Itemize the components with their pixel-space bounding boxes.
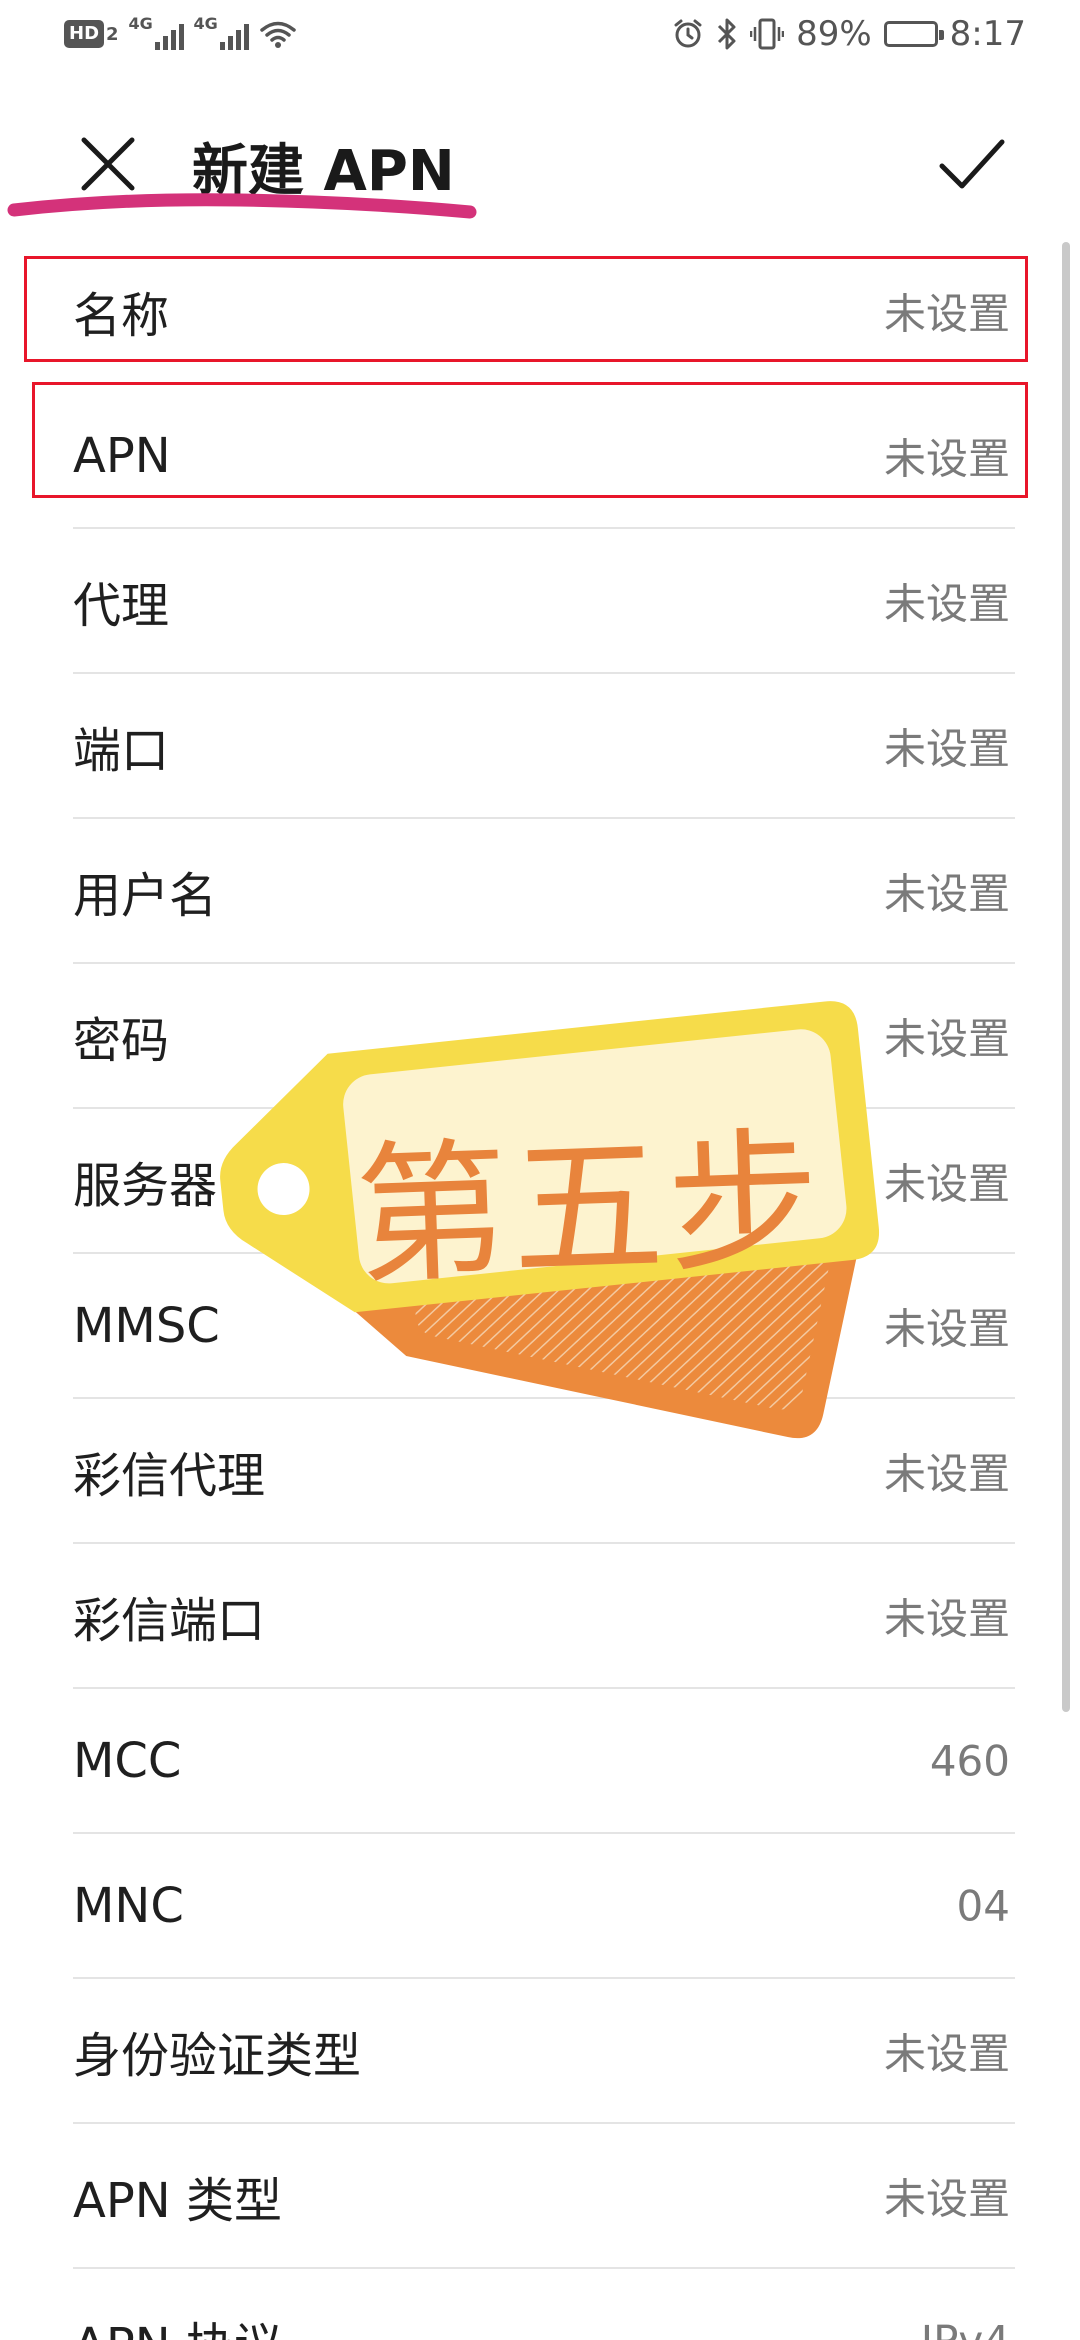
vibrate-icon <box>750 18 785 50</box>
setting-value: IPv4 <box>921 2316 1010 2340</box>
setting-label: 身份验证类型 <box>73 2027 362 2084</box>
setting-row[interactable]: MCC 460 <box>0 1688 1080 1833</box>
sim2-network-label: 4G <box>193 14 218 33</box>
row-divider <box>73 527 1015 529</box>
alarm-icon <box>674 19 702 48</box>
battery-percent: 89% <box>796 14 872 54</box>
setting-label: 密码 <box>73 1012 170 1069</box>
setting-label: MCC <box>73 1732 182 1789</box>
sim1-network-label: 4G <box>128 14 153 33</box>
row-divider <box>73 1977 1015 1979</box>
setting-row[interactable]: 端口 未设置 <box>0 673 1080 818</box>
setting-label: 用户名 <box>73 867 218 924</box>
row-divider <box>73 672 1015 674</box>
row-divider <box>73 817 1015 819</box>
setting-label: 代理 <box>73 577 170 634</box>
setting-value: 460 <box>929 1736 1010 1785</box>
setting-label: 端口 <box>73 722 170 779</box>
setting-label: APN 类型 <box>73 2172 282 2229</box>
setting-value: 未设置 <box>883 1014 1010 1063</box>
close-button[interactable] <box>76 132 140 196</box>
status-bar: HD 2 4G 4G 89% 8:17 <box>0 0 1080 70</box>
signal-sim2-icon: 4G <box>194 14 249 50</box>
wifi-icon <box>259 21 296 48</box>
clock: 8:17 <box>949 14 1026 54</box>
setting-row[interactable]: 代理 未设置 <box>0 528 1080 673</box>
scrollbar[interactable] <box>1062 242 1070 1712</box>
setting-label: MNC <box>73 1877 184 1934</box>
row-divider <box>73 2267 1015 2269</box>
row-divider <box>73 382 1015 384</box>
setting-label: 名称 <box>73 287 170 344</box>
hd-voice-badge: HD <box>64 20 105 48</box>
setting-value: 未设置 <box>883 434 1010 483</box>
close-icon <box>81 137 135 191</box>
setting-label: 服务器 <box>73 1157 218 1214</box>
setting-label: APN 协议 <box>73 2306 282 2340</box>
setting-row[interactable]: APN 类型 未设置 <box>0 2123 1080 2268</box>
setting-value: 未设置 <box>883 579 1010 628</box>
status-right: 89% 8:17 <box>672 14 1026 54</box>
page-title: 新建 APN <box>192 139 455 204</box>
setting-row[interactable]: 彩信端口 未设置 <box>0 1543 1080 1688</box>
bluetooth-icon <box>718 18 736 50</box>
setting-label: 彩信端口 <box>73 1592 266 1649</box>
battery-icon <box>883 21 944 47</box>
step-label: 第五步 <box>352 1111 827 1306</box>
hd-voice-sub: 2 <box>106 23 119 45</box>
setting-row[interactable]: 用户名 未设置 <box>0 818 1080 963</box>
setting-row[interactable]: MNC 04 <box>0 1833 1080 1978</box>
setting-value: 未设置 <box>883 1159 1010 1208</box>
row-divider <box>73 1687 1015 1689</box>
setting-value: 未设置 <box>883 1304 1010 1353</box>
setting-value: 04 <box>956 1881 1010 1930</box>
title-bar: 新建 APN <box>0 100 1080 230</box>
setting-row[interactable]: 名称 未设置 <box>0 238 1080 383</box>
setting-value: 未设置 <box>883 1449 1010 1498</box>
setting-value: 未设置 <box>883 1594 1010 1643</box>
setting-row[interactable]: APN 协议 IPv4 <box>0 2268 1080 2340</box>
setting-label: MMSC <box>73 1297 220 1354</box>
confirm-button[interactable] <box>936 132 1008 196</box>
setting-label: APN <box>73 427 171 484</box>
setting-value: 未设置 <box>883 2174 1010 2223</box>
setting-value: 未设置 <box>883 869 1010 918</box>
row-divider <box>73 2122 1015 2124</box>
row-divider <box>73 1832 1015 1834</box>
row-divider <box>73 1542 1015 1544</box>
setting-value: 未设置 <box>883 2029 1010 2078</box>
setting-row[interactable]: 身份验证类型 未设置 <box>0 1978 1080 2123</box>
setting-row[interactable]: APN 未设置 <box>0 383 1080 528</box>
signal-sim1-icon: 4G <box>129 14 184 50</box>
setting-value: 未设置 <box>883 289 1010 338</box>
setting-value: 未设置 <box>883 724 1010 773</box>
check-icon <box>939 139 1005 189</box>
status-left: HD 2 4G 4G <box>64 14 297 50</box>
